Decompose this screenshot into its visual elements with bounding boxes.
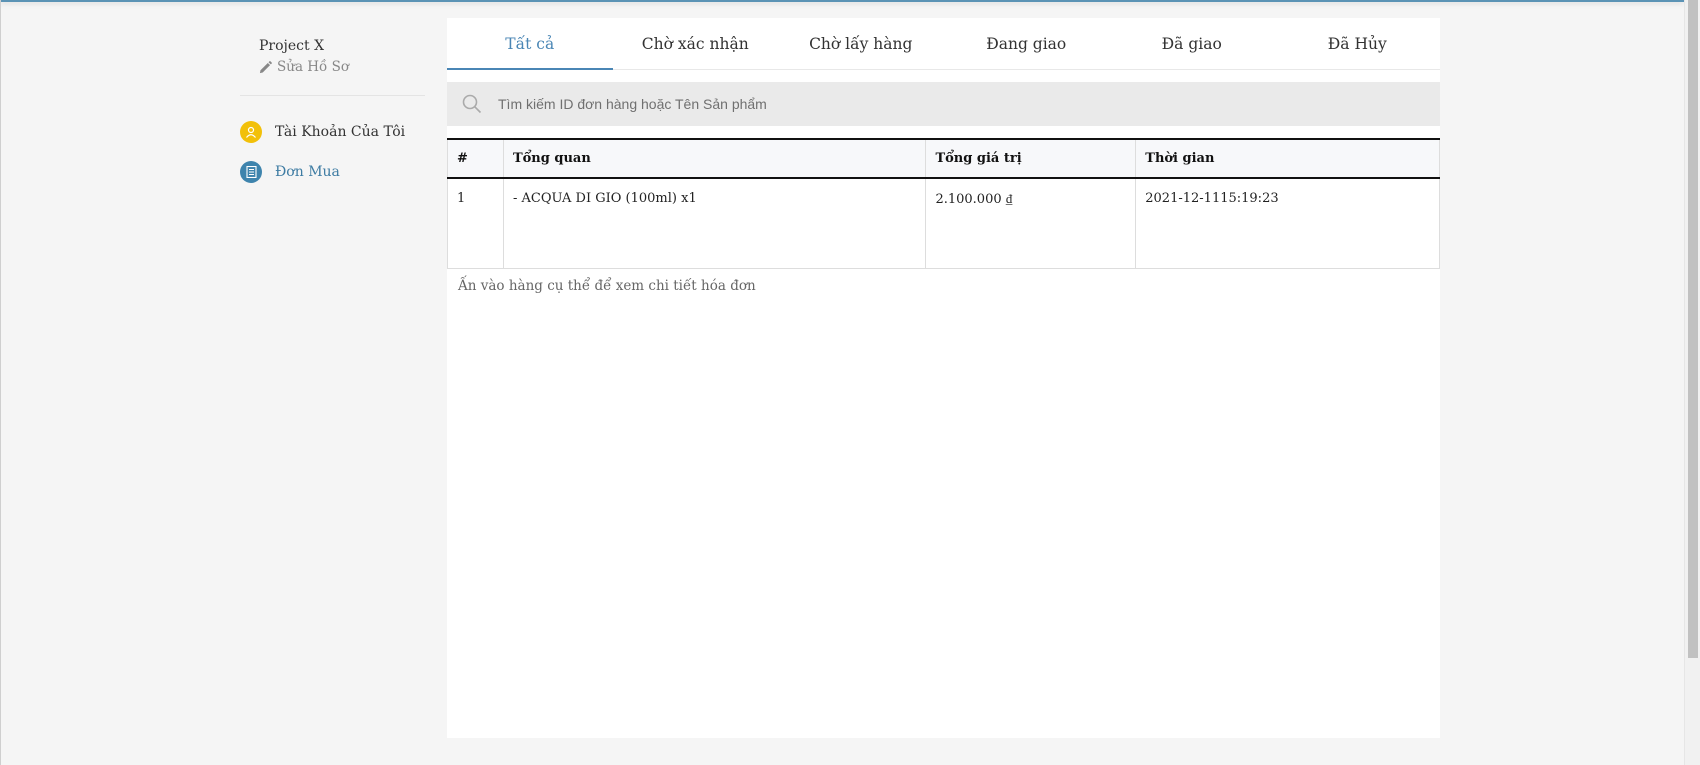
cell-overview: - ACQUA DI GIO (100ml) x1 bbox=[502, 178, 927, 269]
row-click-hint: Ấn vào hàng cụ thể để xem chi tiết hóa đ… bbox=[458, 278, 756, 294]
page-scrollbar[interactable] bbox=[1684, 0, 1700, 765]
cell-order-number: 1 bbox=[447, 178, 504, 269]
table-row[interactable]: 1 - ACQUA DI GIO (100ml) x1 2.100.000 ₫ … bbox=[447, 178, 1440, 269]
edit-profile-label: Sửa Hồ Sơ bbox=[277, 59, 349, 75]
user-icon bbox=[240, 121, 262, 143]
tab-awaiting-pickup[interactable]: Chờ lấy hàng bbox=[778, 18, 944, 69]
document-icon bbox=[240, 161, 262, 183]
tab-shipping[interactable]: Đang giao bbox=[944, 18, 1110, 69]
search-bar bbox=[447, 82, 1440, 126]
column-header-number: # bbox=[447, 138, 504, 179]
sidebar-nav: Tài Khoản Của Tôi Đơn Mua bbox=[240, 112, 425, 192]
tab-all[interactable]: Tất cả bbox=[447, 18, 613, 70]
order-status-tabs: Tất cả Chờ xác nhận Chờ lấy hàng Đang gi… bbox=[447, 18, 1440, 70]
top-header-line bbox=[0, 0, 1684, 2]
search-input[interactable] bbox=[498, 96, 1398, 112]
cell-time: 2021-12-1115:19:23 bbox=[1135, 178, 1440, 269]
sidebar-item-label: Đơn Mua bbox=[275, 164, 340, 180]
column-header-overview: Tổng quan bbox=[502, 138, 926, 179]
sidebar-item-orders[interactable]: Đơn Mua bbox=[240, 152, 425, 192]
profile-name: Project X bbox=[259, 38, 325, 54]
edit-profile-link[interactable]: Sửa Hồ Sơ bbox=[259, 59, 425, 75]
sidebar-item-my-account[interactable]: Tài Khoản Của Tôi bbox=[240, 112, 425, 152]
sidebar-item-label: Tài Khoản Của Tôi bbox=[275, 124, 406, 140]
orders-panel: Tất cả Chờ xác nhận Chờ lấy hàng Đang gi… bbox=[447, 18, 1440, 738]
tab-delivered[interactable]: Đã giao bbox=[1109, 18, 1275, 69]
table-header-row: # Tổng quan Tổng giá trị Thời gian bbox=[447, 138, 1440, 179]
sidebar: Project X Sửa Hồ Sơ Tài Khoản Của Tôi Đơ… bbox=[240, 30, 425, 192]
column-header-total: Tổng giá trị bbox=[925, 138, 1136, 179]
search-icon bbox=[462, 94, 482, 114]
cell-total: 2.100.000 ₫ bbox=[925, 178, 1137, 269]
tab-pending-confirmation[interactable]: Chờ xác nhận bbox=[613, 18, 779, 69]
left-border bbox=[0, 0, 1, 765]
scrollbar-thumb[interactable] bbox=[1688, 0, 1698, 658]
column-header-time: Thời gian bbox=[1135, 138, 1440, 179]
pencil-icon bbox=[259, 60, 272, 73]
tab-cancelled[interactable]: Đã Hủy bbox=[1275, 18, 1441, 69]
orders-table: # Tổng quan Tổng giá trị Thời gian 1 - A… bbox=[447, 138, 1440, 269]
profile-section: Project X Sửa Hồ Sơ bbox=[240, 30, 425, 96]
